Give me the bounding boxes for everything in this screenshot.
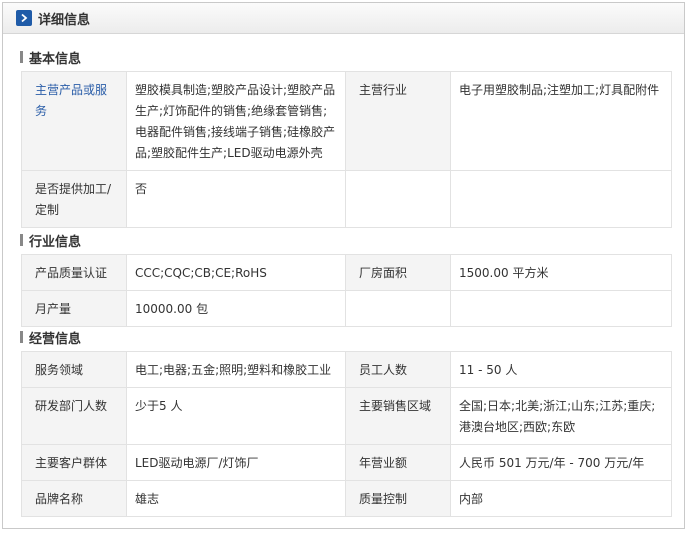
table-row: 研发部门人数 少于5 人 主要销售区域 全国;日本;北美;浙江;山东;江苏;重庆…: [21, 387, 672, 445]
factory-area-label: 厂房面积: [345, 254, 451, 291]
quality-cert-label: 产品质量认证: [21, 254, 127, 291]
sales-region-value: 全国;日本;北美;浙江;山东;江苏;重庆;港澳台地区;西欧;东欧: [450, 387, 672, 445]
employee-count-value: 11 - 50 人: [450, 351, 672, 388]
table-row: 是否提供加工/定制 否: [21, 170, 672, 228]
empty-cell: [450, 170, 672, 228]
monthly-output-value: 10000.00 包: [126, 290, 346, 327]
table-row: 服务领域 电工;电器;五金;照明;塑料和橡胶工业 员工人数 11 - 50 人: [21, 351, 672, 388]
panel-title: 详细信息: [38, 12, 91, 28]
main-industry-label: 主营行业: [345, 71, 451, 171]
quality-control-label: 质量控制: [345, 480, 451, 517]
table-row: 月产量 10000.00 包: [21, 290, 672, 327]
service-field-label: 服务领域: [21, 351, 127, 388]
section-title-industry: 行业信息: [20, 230, 672, 250]
table-row: 主要客户群体 LED驱动电源厂/灯饰厂 年营业额 人民币 501 万元/年 - …: [21, 444, 672, 481]
annual-revenue-value: 人民币 501 万元/年 - 700 万元/年: [450, 444, 672, 481]
table-row: 品牌名称 雄志 质量控制 内部: [21, 480, 672, 517]
section-business: 经营信息 服务领域 电工;电器;五金;照明;塑料和橡胶工业 员工人数 11 - …: [20, 327, 672, 517]
section-title-text: 经营信息: [29, 331, 82, 347]
quality-control-value: 内部: [450, 480, 672, 517]
section-title-business: 经营信息: [20, 327, 672, 347]
business-info-table: 服务领域 电工;电器;五金;照明;塑料和橡胶工业 员工人数 11 - 50 人 …: [21, 351, 672, 517]
rd-staff-label: 研发部门人数: [21, 387, 127, 445]
section-marker: [20, 331, 23, 343]
basic-info-table: 主营产品或服务 塑胶模具制造;塑胶产品设计;塑胶产品生产;灯饰配件的销售;绝缘套…: [21, 71, 672, 228]
brand-name-value: 雄志: [126, 480, 346, 517]
panel-header: 详细信息: [3, 3, 684, 34]
industry-info-table: 产品质量认证 CCC;CQC;CB;CE;RoHS 厂房面积 1500.00 平…: [21, 254, 672, 327]
table-row: 产品质量认证 CCC;CQC;CB;CE;RoHS 厂房面积 1500.00 平…: [21, 254, 672, 291]
factory-area-value: 1500.00 平方米: [450, 254, 672, 291]
empty-cell: [450, 290, 672, 327]
section-title-text: 基本信息: [29, 51, 82, 67]
brand-name-label: 品牌名称: [21, 480, 127, 517]
section-industry: 行业信息 产品质量认证 CCC;CQC;CB;CE;RoHS 厂房面积 1500…: [20, 230, 672, 327]
customization-value: 否: [126, 170, 346, 228]
section-marker: [20, 51, 23, 63]
main-products-label[interactable]: 主营产品或服务: [21, 71, 127, 171]
customer-group-value: LED驱动电源厂/灯饰厂: [126, 444, 346, 481]
rd-staff-value: 少于5 人: [126, 387, 346, 445]
section-marker: [20, 234, 23, 246]
employee-count-label: 员工人数: [345, 351, 451, 388]
chevron-right-icon: [16, 10, 32, 26]
quality-cert-value: CCC;CQC;CB;CE;RoHS: [126, 254, 346, 291]
sales-region-label: 主要销售区域: [345, 387, 451, 445]
main-industry-value: 电子用塑胶制品;注塑加工;灯具配附件: [450, 71, 672, 171]
section-basic: 基本信息 主营产品或服务 塑胶模具制造;塑胶产品设计;塑胶产品生产;灯饰配件的销…: [20, 47, 672, 228]
monthly-output-label: 月产量: [21, 290, 127, 327]
annual-revenue-label: 年营业额: [345, 444, 451, 481]
main-products-value: 塑胶模具制造;塑胶产品设计;塑胶产品生产;灯饰配件的销售;绝缘套管销售;电器配件…: [126, 71, 346, 171]
customization-label: 是否提供加工/定制: [21, 170, 127, 228]
table-row: 主营产品或服务 塑胶模具制造;塑胶产品设计;塑胶产品生产;灯饰配件的销售;绝缘套…: [21, 71, 672, 171]
service-field-value: 电工;电器;五金;照明;塑料和橡胶工业: [126, 351, 346, 388]
customer-group-label: 主要客户群体: [21, 444, 127, 481]
detail-panel: 详细信息 基本信息 主营产品或服务 塑胶模具制造;塑胶产品设计;塑胶产品生产;灯…: [2, 2, 685, 529]
empty-cell: [345, 290, 451, 327]
empty-cell: [345, 170, 451, 228]
section-title-basic: 基本信息: [20, 47, 672, 67]
section-title-text: 行业信息: [29, 234, 82, 250]
